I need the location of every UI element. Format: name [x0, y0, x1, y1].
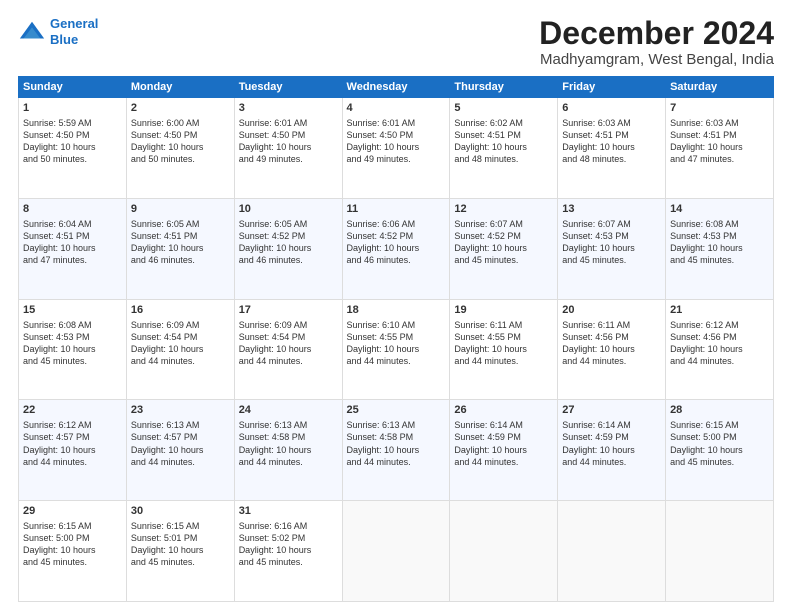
calendar-cell: 28Sunrise: 6:15 AMSunset: 5:00 PMDayligh… — [666, 400, 774, 501]
calendar-cell: 1Sunrise: 5:59 AMSunset: 4:50 PMDaylight… — [19, 98, 127, 199]
calendar-cell — [666, 501, 774, 602]
calendar-cell: 17Sunrise: 6:09 AMSunset: 4:54 PMDayligh… — [234, 299, 342, 400]
calendar-cell: 5Sunrise: 6:02 AMSunset: 4:51 PMDaylight… — [450, 98, 558, 199]
calendar-cell — [450, 501, 558, 602]
calendar-cell — [342, 501, 450, 602]
logo-line1: General — [50, 16, 98, 31]
calendar-cell: 4Sunrise: 6:01 AMSunset: 4:50 PMDaylight… — [342, 98, 450, 199]
calendar-cell: 21Sunrise: 6:12 AMSunset: 4:56 PMDayligh… — [666, 299, 774, 400]
title-block: December 2024 Madhyamgram, West Bengal, … — [539, 16, 774, 68]
calendar-cell: 20Sunrise: 6:11 AMSunset: 4:56 PMDayligh… — [558, 299, 666, 400]
calendar-row-2: 8Sunrise: 6:04 AMSunset: 4:51 PMDaylight… — [19, 198, 774, 299]
calendar-cell: 13Sunrise: 6:07 AMSunset: 4:53 PMDayligh… — [558, 198, 666, 299]
calendar-cell: 25Sunrise: 6:13 AMSunset: 4:58 PMDayligh… — [342, 400, 450, 501]
calendar-row-3: 15Sunrise: 6:08 AMSunset: 4:53 PMDayligh… — [19, 299, 774, 400]
calendar-cell: 9Sunrise: 6:05 AMSunset: 4:51 PMDaylight… — [126, 198, 234, 299]
header: General Blue December 2024 Madhyamgram, … — [18, 16, 774, 68]
calendar-cell: 19Sunrise: 6:11 AMSunset: 4:55 PMDayligh… — [450, 299, 558, 400]
calendar-cell: 22Sunrise: 6:12 AMSunset: 4:57 PMDayligh… — [19, 400, 127, 501]
calendar-row-4: 22Sunrise: 6:12 AMSunset: 4:57 PMDayligh… — [19, 400, 774, 501]
calendar-cell: 10Sunrise: 6:05 AMSunset: 4:52 PMDayligh… — [234, 198, 342, 299]
calendar-row-5: 29Sunrise: 6:15 AMSunset: 5:00 PMDayligh… — [19, 501, 774, 602]
calendar-cell: 29Sunrise: 6:15 AMSunset: 5:00 PMDayligh… — [19, 501, 127, 602]
calendar-cell: 26Sunrise: 6:14 AMSunset: 4:59 PMDayligh… — [450, 400, 558, 501]
subtitle: Madhyamgram, West Bengal, India — [539, 51, 774, 68]
calendar-row-1: 1Sunrise: 5:59 AMSunset: 4:50 PMDaylight… — [19, 98, 774, 199]
logo-icon — [18, 18, 46, 46]
calendar-cell: 16Sunrise: 6:09 AMSunset: 4:54 PMDayligh… — [126, 299, 234, 400]
calendar-cell: 31Sunrise: 6:16 AMSunset: 5:02 PMDayligh… — [234, 501, 342, 602]
calendar-cell: 14Sunrise: 6:08 AMSunset: 4:53 PMDayligh… — [666, 198, 774, 299]
logo: General Blue — [18, 16, 98, 47]
calendar-cell: 6Sunrise: 6:03 AMSunset: 4:51 PMDaylight… — [558, 98, 666, 199]
col-saturday: Saturday — [666, 77, 774, 98]
calendar-cell: 23Sunrise: 6:13 AMSunset: 4:57 PMDayligh… — [126, 400, 234, 501]
calendar-cell: 8Sunrise: 6:04 AMSunset: 4:51 PMDaylight… — [19, 198, 127, 299]
col-wednesday: Wednesday — [342, 77, 450, 98]
col-friday: Friday — [558, 77, 666, 98]
calendar-cell: 11Sunrise: 6:06 AMSunset: 4:52 PMDayligh… — [342, 198, 450, 299]
calendar-cell: 30Sunrise: 6:15 AMSunset: 5:01 PMDayligh… — [126, 501, 234, 602]
col-tuesday: Tuesday — [234, 77, 342, 98]
calendar-table: Sunday Monday Tuesday Wednesday Thursday… — [18, 76, 774, 602]
main-title: December 2024 — [539, 16, 774, 51]
calendar-cell: 24Sunrise: 6:13 AMSunset: 4:58 PMDayligh… — [234, 400, 342, 501]
calendar-cell: 7Sunrise: 6:03 AMSunset: 4:51 PMDaylight… — [666, 98, 774, 199]
calendar-cell: 27Sunrise: 6:14 AMSunset: 4:59 PMDayligh… — [558, 400, 666, 501]
calendar-cell: 2Sunrise: 6:00 AMSunset: 4:50 PMDaylight… — [126, 98, 234, 199]
calendar-cell: 15Sunrise: 6:08 AMSunset: 4:53 PMDayligh… — [19, 299, 127, 400]
logo-line2: Blue — [50, 32, 78, 47]
calendar-cell: 12Sunrise: 6:07 AMSunset: 4:52 PMDayligh… — [450, 198, 558, 299]
calendar-cell: 18Sunrise: 6:10 AMSunset: 4:55 PMDayligh… — [342, 299, 450, 400]
page: General Blue December 2024 Madhyamgram, … — [0, 0, 792, 612]
col-monday: Monday — [126, 77, 234, 98]
col-thursday: Thursday — [450, 77, 558, 98]
calendar-cell: 3Sunrise: 6:01 AMSunset: 4:50 PMDaylight… — [234, 98, 342, 199]
calendar-header-row: Sunday Monday Tuesday Wednesday Thursday… — [19, 77, 774, 98]
col-sunday: Sunday — [19, 77, 127, 98]
calendar-cell — [558, 501, 666, 602]
logo-text: General Blue — [50, 16, 98, 47]
